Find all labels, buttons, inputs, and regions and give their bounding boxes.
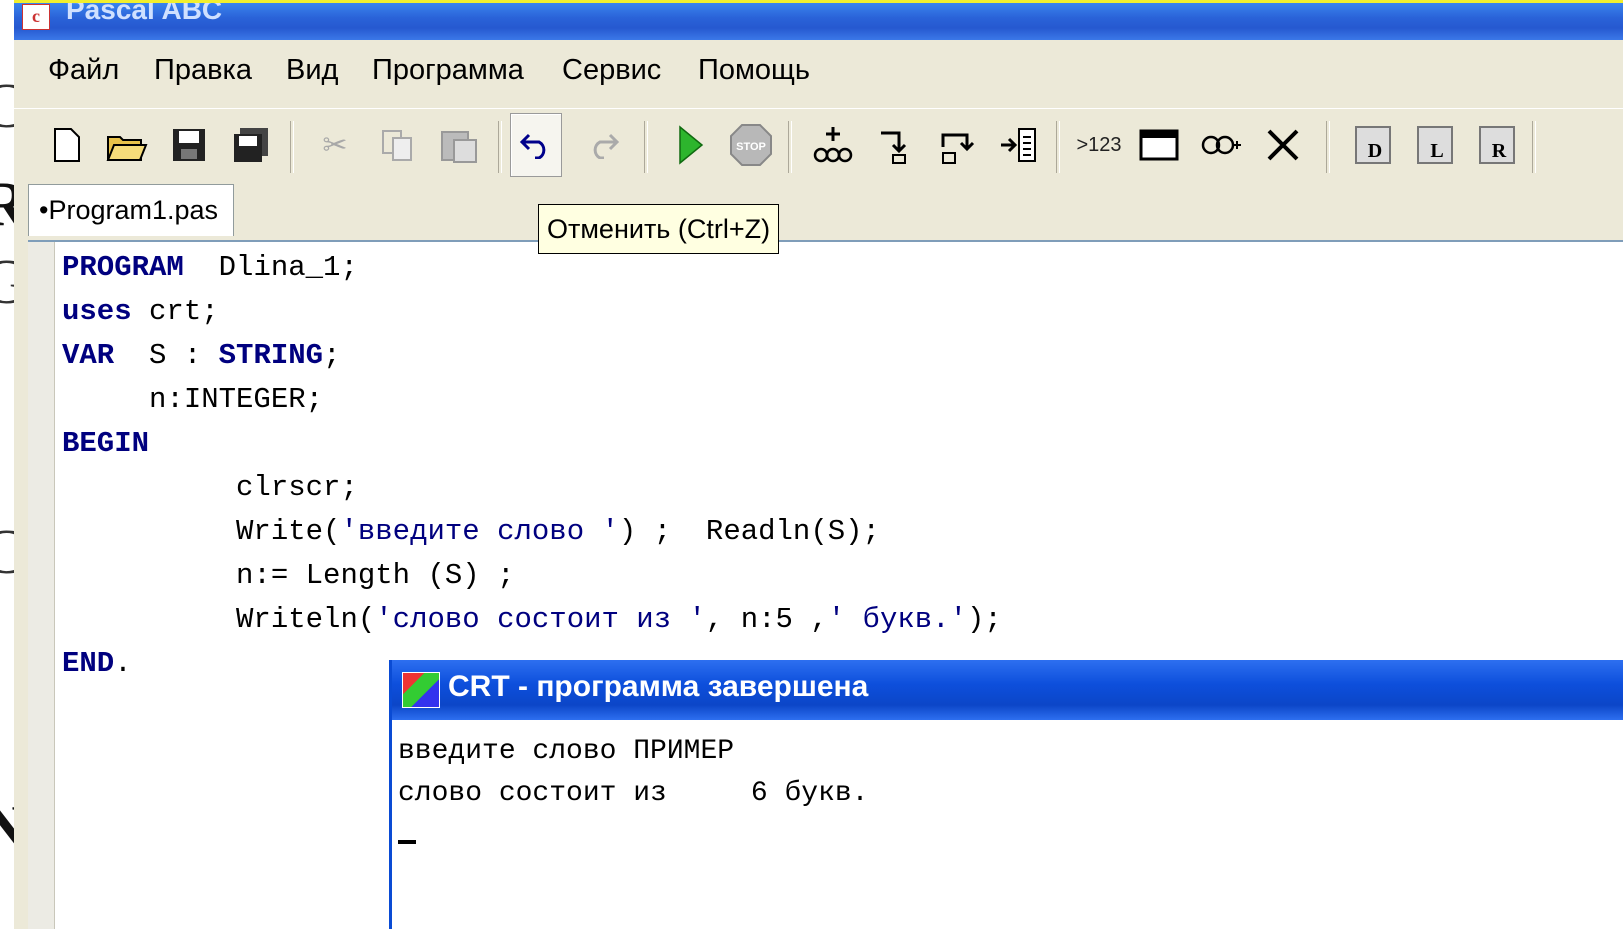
pascal-abc-window: c Pascal ABC Файл Правка Вид Программа С… [14, 0, 1623, 929]
stop-icon[interactable]: STOP [726, 121, 776, 169]
undo-icon[interactable] [510, 113, 562, 177]
svg-text:D: D [1368, 140, 1382, 162]
code-line: n:INTEGER; [62, 383, 324, 416]
console-line: слово состоит из 6 букв. [398, 778, 869, 809]
undo-tooltip: Отменить (Ctrl+Z) [538, 204, 780, 254]
slide-top-strip [14, 0, 1623, 3]
code-line: n:= Length (S) ; [62, 559, 515, 592]
copy-icon[interactable] [372, 121, 422, 169]
tab-strip: •Program1.pas [14, 180, 1623, 238]
app-icon: c [22, 4, 50, 30]
menu-service[interactable]: Сервис [562, 54, 661, 87]
output-icon[interactable]: >123 [1074, 121, 1124, 169]
run-d-icon[interactable]: D [1348, 121, 1398, 169]
toolbar-separator [788, 121, 792, 173]
menu-help[interactable]: Помощь [698, 54, 810, 87]
toolbar-separator [290, 121, 294, 173]
paste-icon[interactable] [434, 121, 484, 169]
editor-gutter [28, 242, 55, 929]
add-watch-icon[interactable] [808, 121, 858, 169]
toolbar-separator [498, 121, 502, 173]
run-icon[interactable] [666, 121, 716, 169]
menu-file[interactable]: Файл [48, 54, 119, 87]
code-line: BEGIN [62, 427, 150, 460]
code-line: END. [62, 647, 132, 680]
code-line: Writeln('слово состоит из ', n:5 ,' букв… [62, 603, 1002, 636]
svg-text:L: L [1430, 140, 1443, 162]
open-folder-icon[interactable] [102, 121, 152, 169]
toolbar: ✂ STOP >123 D L R [14, 108, 1623, 181]
console-line: введите слово ПРИМЕР [398, 736, 735, 767]
run-l-icon[interactable]: L [1410, 121, 1460, 169]
menu-view[interactable]: Вид [286, 54, 338, 87]
code-line: PROGRAM Dlina_1; [62, 251, 358, 284]
step-into-icon[interactable] [870, 121, 920, 169]
redo-icon[interactable] [578, 121, 628, 169]
crt-title-bar[interactable]: CRT - программа завершена [392, 660, 1623, 720]
toolbar-separator [1056, 121, 1060, 173]
toolbar-separator [644, 121, 648, 173]
new-file-icon[interactable] [42, 121, 92, 169]
tab-program1[interactable]: •Program1.pas [28, 184, 234, 236]
code-line: Write('введите слово ') ; Readln(S); [62, 515, 880, 548]
toolbar-separator [1532, 121, 1536, 173]
close-icon[interactable] [1258, 121, 1308, 169]
crt-output-window: CRT - программа завершена введите слово … [389, 660, 1623, 929]
window-title: Pascal ABC [66, 0, 223, 25]
console-cursor [398, 840, 416, 844]
title-bar[interactable]: c Pascal ABC [14, 0, 1623, 40]
menu-edit[interactable]: Правка [154, 54, 252, 87]
menu-program[interactable]: Программа [372, 54, 524, 87]
code-line: clrscr; [62, 471, 358, 504]
run-r-icon[interactable]: R [1472, 121, 1522, 169]
cut-icon[interactable]: ✂ [310, 121, 360, 169]
code-editor[interactable]: PROGRAM Dlina_1; uses crt; VAR S : STRIN… [28, 240, 1623, 929]
save-all-icon[interactable] [226, 121, 276, 169]
svg-text:STOP: STOP [736, 141, 766, 153]
watch-icon[interactable] [1196, 121, 1246, 169]
toolbar-separator [1326, 121, 1330, 173]
menu-bar: Файл Правка Вид Программа Сервис Помощь [14, 42, 1623, 102]
code-line: VAR S : STRING; [62, 339, 341, 372]
svg-text:R: R [1492, 140, 1507, 162]
run-to-cursor-icon[interactable] [994, 121, 1044, 169]
save-icon[interactable] [164, 121, 214, 169]
code-line: uses crt; [62, 295, 219, 328]
crt-app-icon [402, 672, 440, 708]
step-over-icon[interactable] [932, 121, 982, 169]
crt-title: CRT - программа завершена [448, 670, 869, 703]
window-icon[interactable] [1134, 121, 1184, 169]
